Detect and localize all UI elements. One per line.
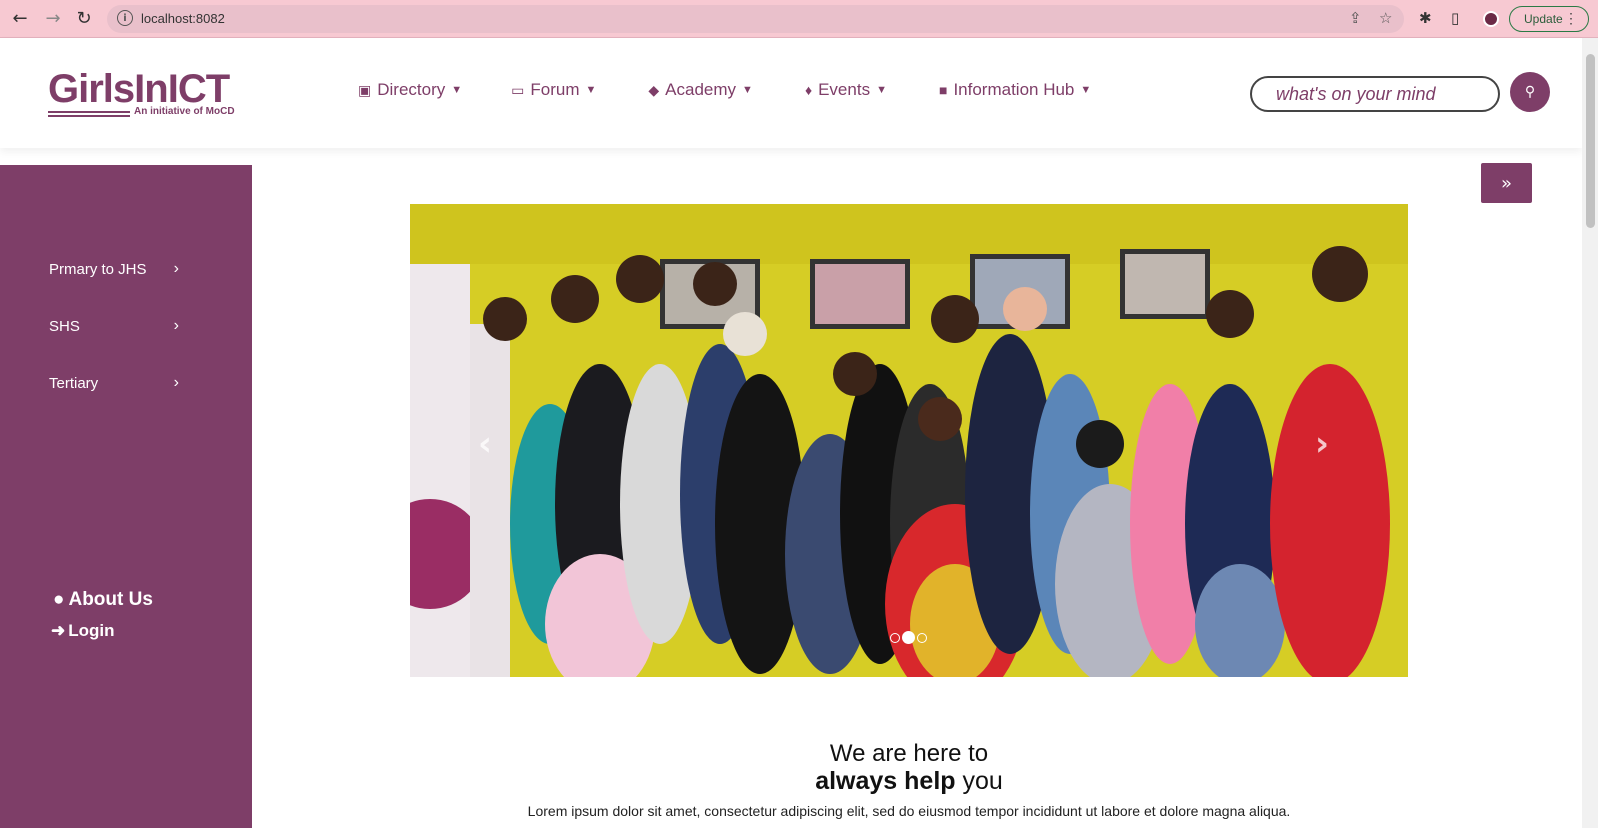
logo-underline — [48, 115, 130, 117]
chevron-down-icon: ▼ — [1080, 84, 1092, 96]
nav-academy[interactable]: ◆ Academy ▼ — [648, 80, 753, 100]
sidebar-item-tertiary[interactable]: Tertiary › — [49, 374, 179, 392]
share-icon[interactable]: ⇪ — [1349, 9, 1362, 27]
side-panel-icon[interactable]: ▯ — [1451, 9, 1459, 27]
reload-icon[interactable]: ↻ — [73, 8, 95, 30]
address-book-icon: ▣ — [358, 81, 372, 98]
intro-section: We are here to always help you Lorem ips… — [410, 740, 1408, 819]
update-button[interactable]: Update ⋮ — [1509, 6, 1589, 32]
back-icon[interactable]: ← — [9, 8, 31, 30]
sidebar-item-label: SHS — [49, 317, 80, 335]
double-chevron-right-icon: » — [1500, 172, 1512, 194]
nav-label: Academy — [665, 80, 737, 99]
user-icon: ● — [53, 589, 65, 610]
browser-toolbar: ← → ↻ i localhost:8082 ⇪ ☆ ✱ ▯ Update ⋮ — [0, 0, 1598, 38]
chevron-right-icon: › — [173, 260, 179, 277]
carousel-indicator[interactable] — [890, 632, 900, 643]
about-us-label: About Us — [68, 589, 153, 610]
carousel-slide-image — [410, 204, 1408, 677]
nav-label: Directory — [377, 80, 446, 99]
carousel-indicator-active[interactable] — [902, 631, 915, 644]
sidebar-item-label: Tertiary — [49, 374, 99, 392]
forward-icon[interactable]: → — [42, 8, 64, 30]
sidebar-toggle-button[interactable]: » — [1481, 163, 1532, 203]
archive-icon: ■ — [938, 82, 948, 98]
chevron-down-icon: ▼ — [585, 84, 597, 96]
menu-kebab-icon[interactable]: ⋮ — [1564, 10, 1578, 27]
extensions-icon[interactable]: ✱ — [1419, 9, 1432, 27]
nav-forum[interactable]: ▭ Forum ▼ — [511, 80, 596, 100]
search-input[interactable] — [1250, 76, 1500, 112]
intro-heading-line2: always help you — [410, 768, 1408, 795]
search-icon: ⚲ — [1524, 84, 1536, 100]
search-button[interactable]: ⚲ — [1510, 72, 1550, 112]
carousel-indicators — [890, 631, 927, 644]
chevron-right-icon: › — [173, 317, 179, 334]
logo-underline — [48, 111, 130, 113]
carousel-next-button[interactable]: › — [1315, 424, 1329, 464]
graduation-cap-icon: ◆ — [648, 81, 660, 98]
chevron-right-icon: › — [173, 374, 179, 391]
site-info-icon[interactable]: i — [117, 10, 133, 26]
sidebar-item-primary-to-jhs[interactable]: Prmary to JHS › — [49, 260, 179, 278]
chevron-down-icon: ▼ — [742, 84, 753, 96]
site-header: GirlsInICT An initiative of MoCD ▣ Direc… — [0, 38, 1582, 148]
intro-heading-bold: always help — [815, 767, 956, 795]
intro-paragraph: Lorem ipsum dolor sit amet, consectetur … — [527, 803, 1291, 819]
nav-label: Events — [818, 80, 871, 99]
chevron-down-icon: ▼ — [451, 84, 463, 96]
profile-avatar[interactable] — [1483, 11, 1499, 27]
sidebar: Prmary to JHS › SHS › Tertiary › ● About… — [0, 165, 252, 828]
update-label: Update — [1524, 12, 1563, 26]
nav-events[interactable]: ♦ Events ▼ — [805, 80, 887, 100]
chevron-down-icon: ▼ — [876, 84, 887, 96]
intro-heading-line1: We are here to — [829, 740, 989, 767]
folder-open-icon: ▭ — [511, 81, 525, 98]
scrollbar-thumb[interactable] — [1586, 54, 1595, 228]
sidebar-item-shs[interactable]: SHS › — [49, 317, 179, 335]
intro-heading-rest: you — [962, 767, 1003, 795]
bookmark-star-icon[interactable]: ☆ — [1379, 9, 1392, 27]
fire-icon: ♦ — [804, 82, 813, 98]
login-label: Login — [68, 621, 115, 640]
carousel-prev-button[interactable]: ‹ — [478, 424, 492, 464]
page-scrollbar[interactable] — [1582, 38, 1598, 828]
main-nav: ▣ Directory ▼ ▭ Forum ▼ ◆ Academy ▼ ♦ Ev… — [358, 80, 1091, 100]
sign-in-icon: ➜ — [51, 621, 66, 640]
carousel-indicator[interactable] — [917, 632, 927, 643]
nav-information-hub[interactable]: ■ Information Hub ▼ — [939, 80, 1091, 100]
sidebar-item-label: Prmary to JHS — [49, 260, 147, 278]
site-logo[interactable]: GirlsInICT An initiative of MoCD — [48, 67, 235, 117]
url-text: localhost:8082 — [141, 11, 225, 26]
logo-wordmark: GirlsInICT — [48, 67, 230, 111]
hero-carousel: ‹ › — [410, 204, 1408, 677]
address-bar[interactable]: i localhost:8082 ⇪ ☆ — [107, 5, 1404, 33]
login-link[interactable]: ➜ Login — [51, 621, 115, 641]
nav-label: Forum — [530, 80, 580, 99]
about-us-link[interactable]: ● About Us — [53, 589, 153, 611]
logo-tagline: An initiative of MoCD — [134, 106, 235, 117]
nav-label: Information Hub — [953, 80, 1075, 99]
nav-directory[interactable]: ▣ Directory ▼ — [358, 80, 462, 100]
